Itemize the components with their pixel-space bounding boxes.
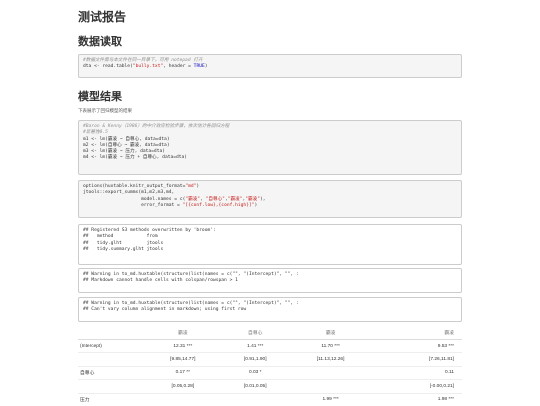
table-cell (289, 365, 372, 380)
table-cell (78, 379, 145, 394)
table-cell: (Intercept) (78, 338, 145, 353)
table-header-cell (78, 326, 145, 340)
table-cell: [9.85,14.77] (144, 352, 221, 367)
code-line: dta <- read.table("bully.txt", header = … (83, 64, 208, 70)
table-row: 自尊心 0.17 ** 0.03 * 0.11 (78, 365, 462, 380)
table-header-cell: 霸凌 (371, 326, 462, 340)
output-block-warning-colspan: ## Warning in to_md.huxtable(structure(l… (78, 268, 462, 293)
code-block-export-summs[interactable]: options(huxtable.knitr_output_format="md… (78, 180, 462, 218)
table-row: [0.05,0.28] [0.01,0.05] [-0.00,0.21] (78, 379, 462, 394)
output-block-warning-alignment: ## Warning in to_md.huxtable(structure(l… (78, 297, 462, 322)
table-header-cell: 自尊心 (220, 326, 290, 340)
regression-table: 霸凌 自尊心 霸凌 霸凌 (Intercept) 12.31 *** 1.41 … (78, 326, 462, 406)
output-line: ## tidy.summary.glht jtools (83, 246, 164, 252)
code-line: error_format = "[{conf.low},{conf.high}]… (83, 202, 258, 208)
table-cell: [0.01,0.05] (220, 379, 290, 394)
table-cell: 1.98 *** (371, 392, 462, 406)
table-cell: [-0.00,0.21] (371, 379, 462, 394)
table-cell: 压力 (78, 392, 145, 406)
page-title: 测试报告 (78, 10, 127, 24)
code-block-models[interactable]: #Baron & Kenny（1986）的中介效应检验步骤，依次估计各回归方程 … (78, 120, 462, 175)
table-cell: 自尊心 (78, 365, 145, 380)
page: 测试报告 数据读取 #数据文件需与本文件在同一目录下，可用 notepad 打开… (0, 0, 540, 406)
output-block-registered-methods: ## Registered S3 methods overwritten by … (78, 224, 462, 265)
table-cell (289, 379, 372, 394)
table-cell: 12.31 *** (144, 338, 221, 353)
code-block-read-data[interactable]: #数据文件需与本文件在同一目录下，可用 notepad 打开 dta <- re… (78, 54, 462, 78)
intro-paragraph: 下表展示了回归模型的结果 (78, 109, 132, 114)
table-cell: [7.26,11.81] (371, 352, 462, 367)
table-cell (78, 352, 145, 367)
table-row: 压力 1.99 *** 1.98 *** (78, 392, 462, 406)
table-header-cell: 霸凌 (144, 326, 221, 340)
table-cell (144, 392, 221, 406)
table-cell: [0.05,0.28] (144, 379, 221, 394)
table-cell: 1.41 *** (220, 338, 290, 353)
table-header-row: 霸凌 自尊心 霸凌 霸凌 (78, 326, 462, 340)
table-cell: 0.17 ** (144, 365, 221, 380)
section-heading-model-results: 模型结果 (78, 90, 122, 103)
table-cell: [0.91,1.90] (220, 352, 290, 367)
table-cell: 11.70 *** (289, 338, 372, 353)
table-cell (220, 392, 290, 406)
table-cell: 9.53 *** (371, 338, 462, 353)
table-cell: 0.03 * (220, 365, 290, 380)
table-cell: [11.13,12.26] (289, 352, 372, 367)
code-line-m4: m4 <- lm(霸凌 ~ 压力 + 自尊心, data=dta) (83, 155, 188, 161)
table-row: [9.85,14.77] [0.91,1.90] [11.13,12.26] [… (78, 352, 462, 367)
table-row: (Intercept) 12.31 *** 1.41 *** 11.70 ***… (78, 338, 462, 353)
output-line: ## Markdown cannot handle cells with col… (83, 278, 238, 284)
table-cell: 0.11 (371, 365, 462, 380)
output-line: ## Can't vary column alignment in markdo… (83, 307, 247, 313)
section-heading-data-reading: 数据读取 (78, 35, 122, 48)
table-header-cell: 霸凌 (289, 326, 372, 340)
table-cell: 1.99 *** (289, 392, 372, 406)
